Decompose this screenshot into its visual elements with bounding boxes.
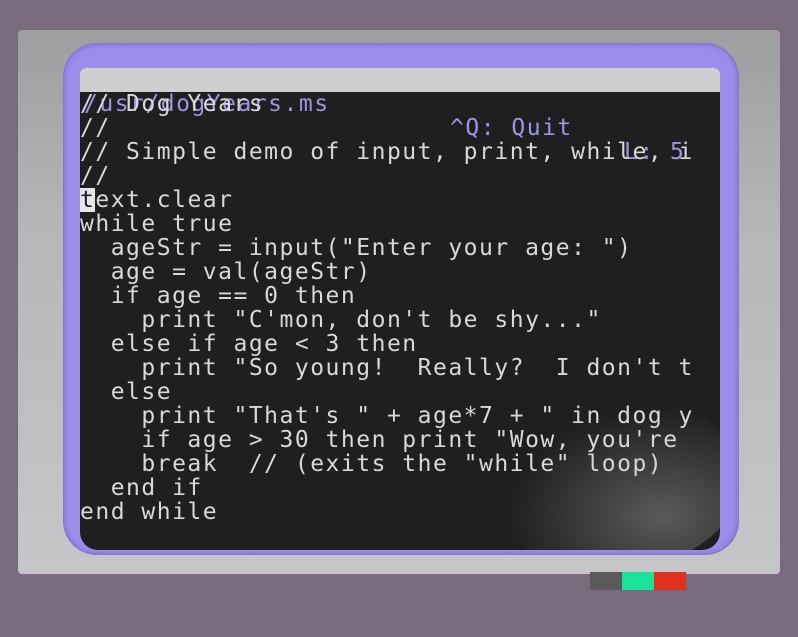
status-led-grey	[590, 572, 622, 590]
code-line[interactable]: else	[80, 380, 720, 404]
code-line[interactable]: // Dog Years	[80, 92, 720, 116]
status-led-red	[654, 572, 686, 590]
code-line[interactable]: while true	[80, 212, 720, 236]
code-line[interactable]: print "That's " + age*7 + " in dog y	[80, 404, 720, 428]
code-line[interactable]: //	[80, 116, 720, 140]
code-line[interactable]: break // (exits the "while" loop)	[80, 452, 720, 476]
code-area[interactable]: // Dog Years//// Simple demo of input, p…	[80, 92, 720, 524]
editor-screen[interactable]: /usr/dogYears.ms ^Q: Quit L: 5 // Dog Ye…	[80, 68, 720, 550]
code-line-text: ext.clear	[95, 188, 234, 212]
status-led-green	[622, 572, 654, 590]
code-line[interactable]: print "So young! Really? I don't t	[80, 356, 720, 380]
code-line[interactable]: if age > 30 then print "Wow, you're	[80, 428, 720, 452]
code-line[interactable]: if age == 0 then	[80, 284, 720, 308]
code-line[interactable]: //	[80, 164, 720, 188]
code-line[interactable]: text.clear	[80, 188, 720, 212]
editor-header-bar: /usr/dogYears.ms ^Q: Quit L: 5	[80, 68, 720, 164]
code-line[interactable]: print "C'mon, don't be shy..."	[80, 308, 720, 332]
code-line[interactable]: end if	[80, 476, 720, 500]
code-line[interactable]: age = val(ageStr)	[80, 260, 720, 284]
text-cursor: t	[80, 188, 96, 212]
code-line[interactable]: end while	[80, 500, 720, 524]
code-line[interactable]: else if age < 3 then	[80, 332, 720, 356]
code-line[interactable]: ageStr = input("Enter your age: ")	[80, 236, 720, 260]
code-line[interactable]: // Simple demo of input, print, while, i	[80, 140, 720, 164]
status-leds	[590, 572, 686, 590]
